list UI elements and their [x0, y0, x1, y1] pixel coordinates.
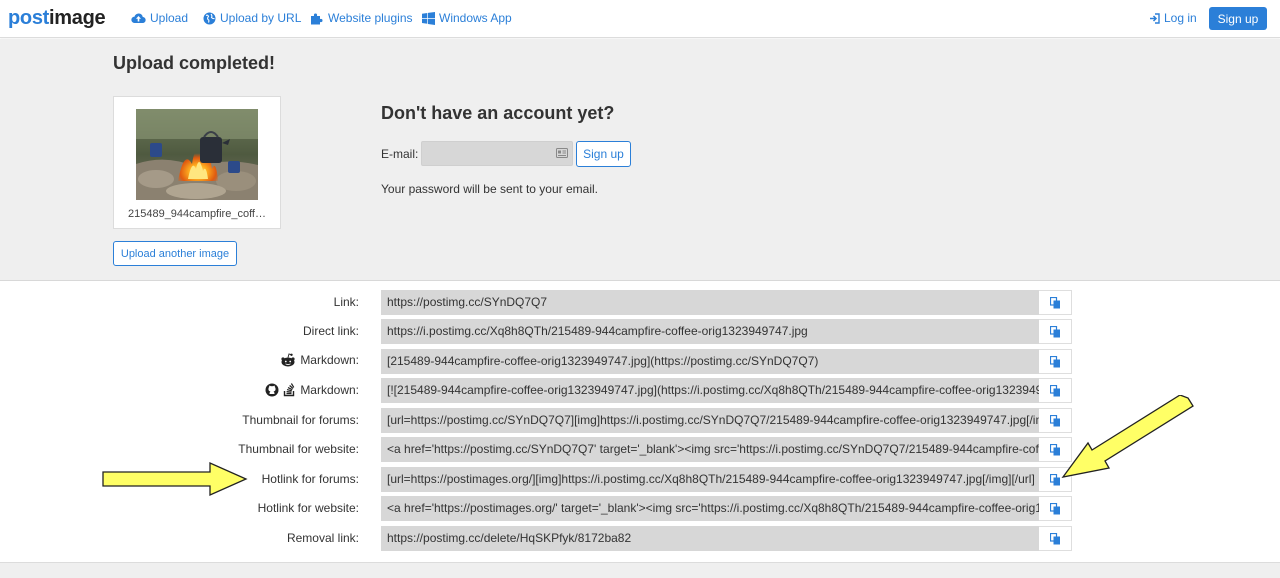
- puzzle-icon: [311, 13, 323, 24]
- uploaded-image-card: 215489_944campfire_coff…: [113, 96, 281, 229]
- password-note: Your password will be sent to your email…: [381, 182, 598, 196]
- postimage-logo[interactable]: postimage: [8, 7, 106, 29]
- link-field[interactable]: https://postimg.cc/SYnDQ7Q7: [381, 290, 1039, 315]
- reddit-icon: [281, 353, 295, 367]
- markdown-github-field[interactable]: [![215489-944campfire-coffee-orig1323949…: [381, 378, 1039, 403]
- copy-icon: [1049, 502, 1060, 514]
- hotlink-forums-field[interactable]: [url=https://postimages.org/][img]https:…: [381, 467, 1039, 492]
- row-label-removal-link: Removal link:: [286, 531, 359, 545]
- copy-icon: [1049, 355, 1060, 367]
- copy-removal-link-button[interactable]: [1039, 526, 1072, 551]
- copy-icon: [1049, 414, 1060, 426]
- copy-icon: [1049, 532, 1060, 544]
- nav-upload-label: Upload: [150, 11, 189, 25]
- upload-summary-section: Upload completed! 215489_944campfire_cof…: [0, 39, 1280, 281]
- uploaded-image-filename: 215489_944campfire_coff…: [127, 208, 266, 220]
- nav-upload[interactable]: Upload: [131, 11, 188, 25]
- copy-icon: [1049, 443, 1060, 455]
- windows-icon: [422, 11, 435, 25]
- account-prompt-heading: Don't have an account yet?: [381, 103, 615, 123]
- nav-website-plugins-label: Website plugins: [328, 11, 413, 25]
- row-label-thumbnail-forums: Thumbnail for forums:: [242, 413, 359, 427]
- sign-in-icon: [1150, 12, 1160, 24]
- thumbnail-forums-field[interactable]: [url=https://postimg.cc/SYnDQ7Q7][img]ht…: [381, 408, 1039, 433]
- contact-card-icon: [556, 148, 568, 158]
- nav-website-plugins[interactable]: Website plugins: [310, 11, 413, 25]
- direct-link-field[interactable]: https://i.postimg.cc/Xq8h8QTh/215489-944…: [381, 319, 1039, 344]
- markdown-reddit-field[interactable]: [215489-944campfire-coffee-orig132394974…: [381, 349, 1039, 374]
- email-label: E-mail:: [381, 147, 419, 161]
- row-label-thumbnail-website: Thumbnail for website:: [238, 442, 359, 456]
- globe-icon: [203, 12, 216, 24]
- github-icon: [265, 383, 279, 396]
- email-input[interactable]: [421, 141, 573, 166]
- nav-upload-by-url[interactable]: Upload by URL: [203, 11, 301, 25]
- upload-completed-heading: Upload completed!: [113, 53, 276, 73]
- footer-strip: [0, 562, 1280, 578]
- nav-windows-app[interactable]: Windows App: [422, 11, 512, 25]
- row-label-link: Link:: [333, 295, 359, 309]
- removal-link-field[interactable]: https://postimg.cc/delete/HqSKPfyk/8172b…: [381, 526, 1039, 551]
- upload-another-image-button[interactable]: Upload another image: [113, 241, 237, 266]
- annotation-arrow-right-icon: [102, 461, 248, 497]
- copy-icon: [1049, 296, 1060, 308]
- row-label-markdown-github: Markdown:: [265, 382, 359, 397]
- thumbnail-website-field[interactable]: <a href='https://postimg.cc/SYnDQ7Q7' ta…: [381, 437, 1039, 462]
- nav-windows-app-label: Windows App: [439, 11, 512, 25]
- stackoverflow-icon: [284, 383, 295, 397]
- hotlink-website-field[interactable]: <a href='https://postimages.org/' target…: [381, 496, 1039, 521]
- uploaded-image-thumbnail[interactable]: [136, 109, 258, 200]
- login-label: Log in: [1164, 11, 1197, 25]
- copy-icon: [1049, 473, 1060, 485]
- nav-upload-by-url-label: Upload by URL: [220, 11, 302, 25]
- row-label-markdown-reddit: Markdown:: [280, 353, 359, 367]
- top-navbar: postimage Upload Upload by URL Website p…: [0, 0, 1280, 38]
- copy-markdown-reddit-button[interactable]: [1039, 349, 1072, 374]
- login-link[interactable]: Log in: [1149, 11, 1197, 25]
- annotation-arrow-diagonal-icon: [1061, 395, 1194, 478]
- signup-button-form[interactable]: Sign up: [576, 141, 631, 167]
- copy-icon: [1049, 384, 1060, 396]
- copy-icon: [1049, 325, 1060, 337]
- copy-hotlink-website-button[interactable]: [1039, 496, 1072, 521]
- copy-link-button[interactable]: [1039, 290, 1072, 315]
- row-label-direct-link: Direct link:: [302, 324, 359, 338]
- row-label-hotlink-forums: Hotlink for forums:: [261, 472, 359, 486]
- signup-button-top[interactable]: Sign up: [1209, 7, 1267, 30]
- copy-direct-link-button[interactable]: [1039, 319, 1072, 344]
- cloud-upload-icon: [131, 13, 146, 24]
- row-label-hotlink-website: Hotlink for website:: [257, 501, 359, 515]
